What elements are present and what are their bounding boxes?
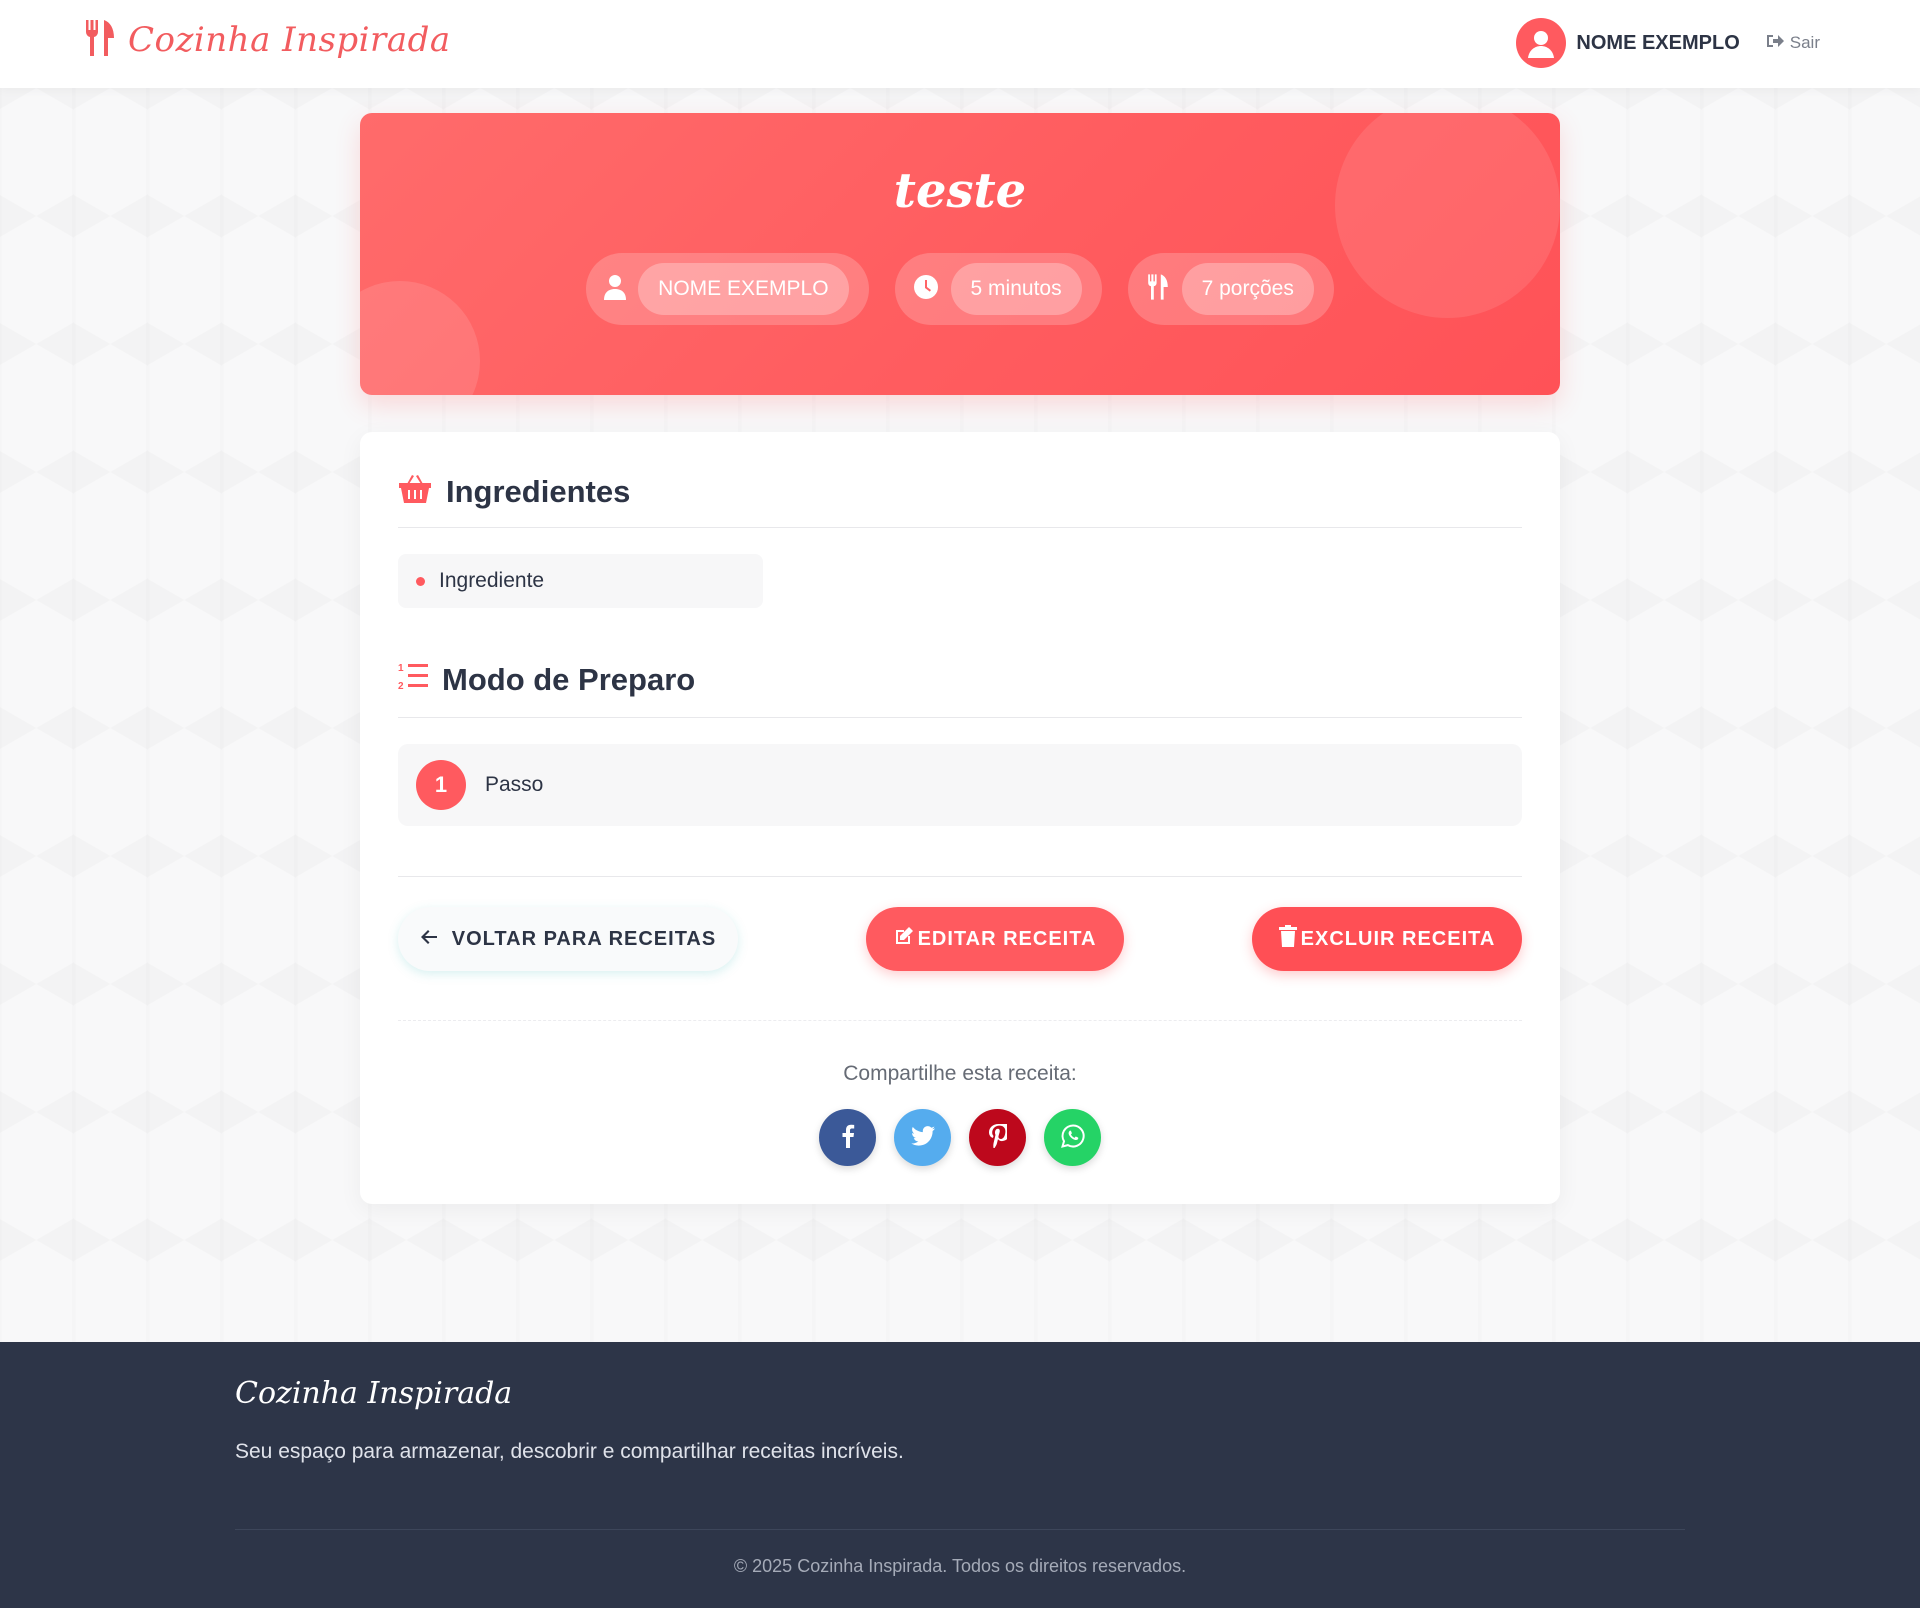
ingredient-text: Ingrediente bbox=[439, 569, 545, 592]
back-label: VOLTAR PARA RECEITAS bbox=[451, 927, 717, 950]
prep-time: 5 minutos bbox=[950, 263, 1082, 315]
recipe-hero: teste NOME EXEMPLO 5 minutos 7 porções bbox=[360, 113, 1560, 395]
author-name: NOME EXEMPLO bbox=[638, 263, 849, 315]
user-icon bbox=[604, 274, 627, 304]
ingredients-heading: Ingredientes bbox=[398, 472, 630, 512]
basket-icon bbox=[398, 472, 432, 512]
share-label: Compartilhe esta receita: bbox=[843, 1062, 1077, 1085]
svg-text:1: 1 bbox=[398, 663, 404, 674]
share-buttons bbox=[360, 1109, 1560, 1166]
meta-time: 5 minutos bbox=[894, 253, 1102, 325]
brand-logo[interactable]: Cozinha Inspirada bbox=[84, 18, 451, 62]
list-item: Ingrediente bbox=[398, 554, 763, 608]
logout-link[interactable]: Sair bbox=[1766, 33, 1820, 54]
meta-servings: 7 porções bbox=[1127, 253, 1334, 325]
delete-recipe-button[interactable]: EXCLUIR RECEITA bbox=[1252, 907, 1522, 971]
facebook-icon bbox=[841, 1124, 855, 1152]
edit-icon bbox=[894, 926, 914, 952]
pinterest-share-button[interactable] bbox=[969, 1109, 1026, 1166]
user-avatar-icon[interactable] bbox=[1516, 18, 1567, 68]
divider bbox=[398, 527, 1522, 528]
twitter-icon bbox=[910, 1125, 935, 1150]
preparation-heading: 1 2 Modo de Preparo bbox=[398, 661, 695, 699]
arrow-left-icon bbox=[420, 928, 438, 951]
edit-label: EDITAR RECEITA bbox=[917, 927, 1097, 950]
utensils-icon bbox=[1146, 273, 1170, 305]
user-menu: NOME EXEMPLO Sair bbox=[1516, 18, 1820, 68]
svg-text:2: 2 bbox=[398, 681, 404, 691]
ingredients-heading-text: Ingredientes bbox=[446, 474, 631, 509]
twitter-share-button[interactable] bbox=[894, 1109, 951, 1166]
recipe-meta: NOME EXEMPLO 5 minutos 7 porções bbox=[360, 253, 1560, 325]
preparation-heading-text: Modo de Preparo bbox=[442, 662, 696, 697]
divider bbox=[398, 717, 1522, 718]
delete-label: EXCLUIR RECEITA bbox=[1300, 927, 1496, 950]
divider bbox=[398, 1020, 1522, 1021]
step-number: 1 bbox=[416, 760, 466, 810]
facebook-share-button[interactable] bbox=[819, 1109, 876, 1166]
servings: 7 porções bbox=[1181, 263, 1314, 315]
whatsapp-share-button[interactable] bbox=[1044, 1109, 1101, 1166]
step-item: 1 Passo bbox=[398, 744, 1522, 826]
user-name[interactable]: NOME EXEMPLO bbox=[1576, 32, 1739, 55]
sign-out-icon bbox=[1766, 33, 1784, 54]
brand-name: Cozinha Inspirada bbox=[128, 20, 451, 60]
clock-icon bbox=[913, 274, 939, 304]
footer-description: Seu espaço para armazenar, descobrir e c… bbox=[235, 1440, 904, 1463]
trash-icon bbox=[1278, 925, 1297, 953]
footer-divider bbox=[235, 1529, 1685, 1530]
footer-brand: Cozinha Inspirada bbox=[235, 1376, 513, 1411]
pinterest-icon bbox=[988, 1120, 1010, 1152]
utensils-icon bbox=[84, 18, 116, 62]
footer-copyright: © 2025 Cozinha Inspirada. Todos os direi… bbox=[733, 1556, 1187, 1576]
recipe-title: teste bbox=[893, 163, 1027, 219]
site-footer: Cozinha Inspirada Seu espaço para armaze… bbox=[0, 1342, 1920, 1608]
bullet-dot bbox=[416, 576, 425, 586]
top-navbar: Cozinha Inspirada NOME EXEMPLO Sair bbox=[0, 0, 1920, 88]
meta-author: NOME EXEMPLO bbox=[586, 253, 869, 325]
back-to-recipes-button[interactable]: VOLTAR PARA RECEITAS bbox=[398, 907, 738, 971]
divider bbox=[398, 876, 1522, 877]
logout-label: Sair bbox=[1789, 33, 1820, 52]
whatsapp-icon bbox=[1060, 1123, 1085, 1152]
step-text: Passo bbox=[485, 773, 544, 796]
ordered-list-icon: 1 2 bbox=[398, 661, 428, 699]
edit-recipe-button[interactable]: EDITAR RECEITA bbox=[866, 907, 1124, 971]
recipe-card: Ingredientes Ingrediente 1 2 Modo de Pre… bbox=[360, 432, 1560, 1204]
